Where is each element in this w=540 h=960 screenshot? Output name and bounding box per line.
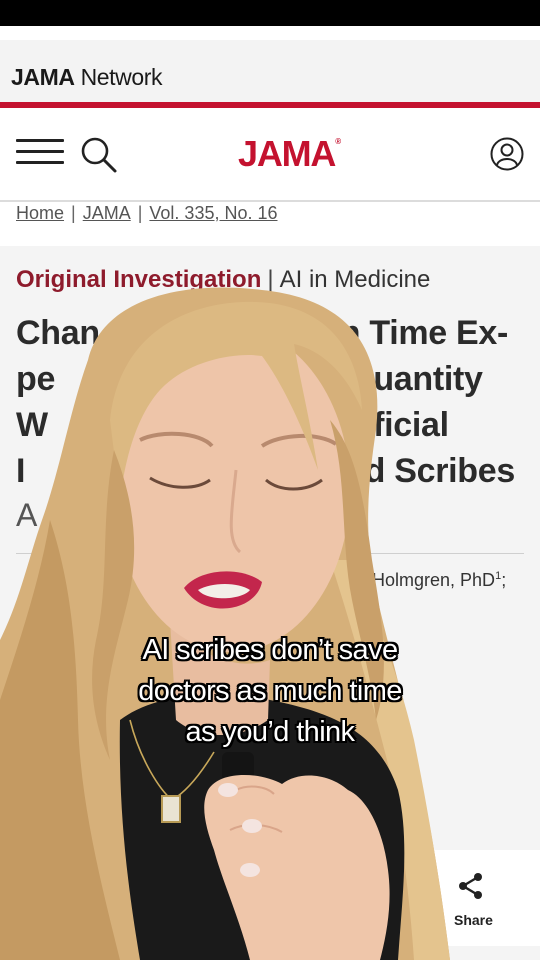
- caption-line: doctors as much time: [138, 675, 402, 707]
- presenter-video-overlay: [0, 287, 450, 960]
- video-caption: AI scribes don’t save doctors as much ti…: [0, 630, 540, 753]
- caption-line: as you’d think: [185, 716, 356, 748]
- caption-line: AI scribes don’t save: [142, 634, 399, 666]
